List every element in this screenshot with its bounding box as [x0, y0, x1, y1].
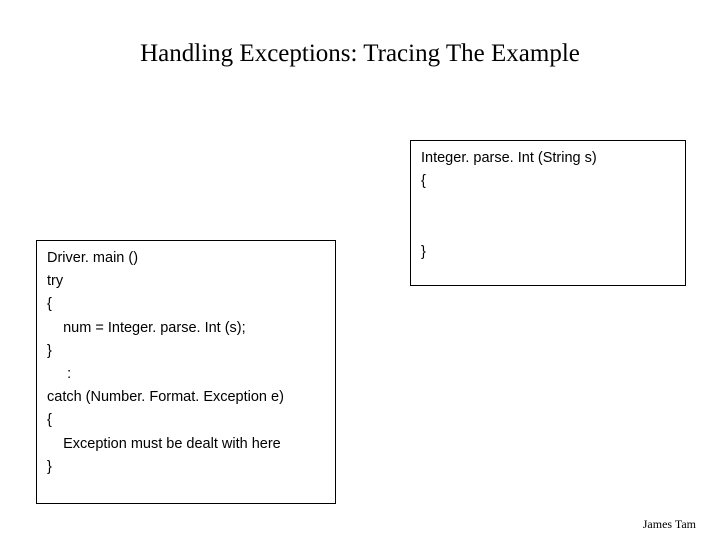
driver-main-code: Driver. main () try { num = Integer. par…	[37, 241, 335, 485]
try-close-brace: }	[47, 340, 325, 363]
parseint-code: Integer. parse. Int (String s) { }	[411, 141, 685, 271]
catch-close-brace: }	[47, 456, 325, 479]
parseint-close-brace: }	[421, 241, 675, 264]
parseint-box: Integer. parse. Int (String s) { }	[410, 140, 686, 286]
try-open-brace: {	[47, 293, 325, 316]
driver-main-box: Driver. main () try { num = Integer. par…	[36, 240, 336, 504]
catch-line: catch (Number. Format. Exception e)	[47, 386, 325, 409]
try-body: num = Integer. parse. Int (s);	[47, 317, 325, 340]
slide-title: Handling Exceptions: Tracing The Example	[0, 40, 720, 68]
try-keyword: try	[47, 270, 325, 293]
parseint-header: Integer. parse. Int (String s)	[421, 147, 675, 170]
driver-header: Driver. main ()	[47, 247, 325, 270]
catch-body: Exception must be dealt with here	[47, 433, 325, 456]
ellipsis-colon: :	[47, 363, 325, 386]
parseint-open-brace: {	[421, 170, 675, 193]
catch-open-brace: {	[47, 409, 325, 432]
footer-author: James Tam	[643, 517, 696, 532]
